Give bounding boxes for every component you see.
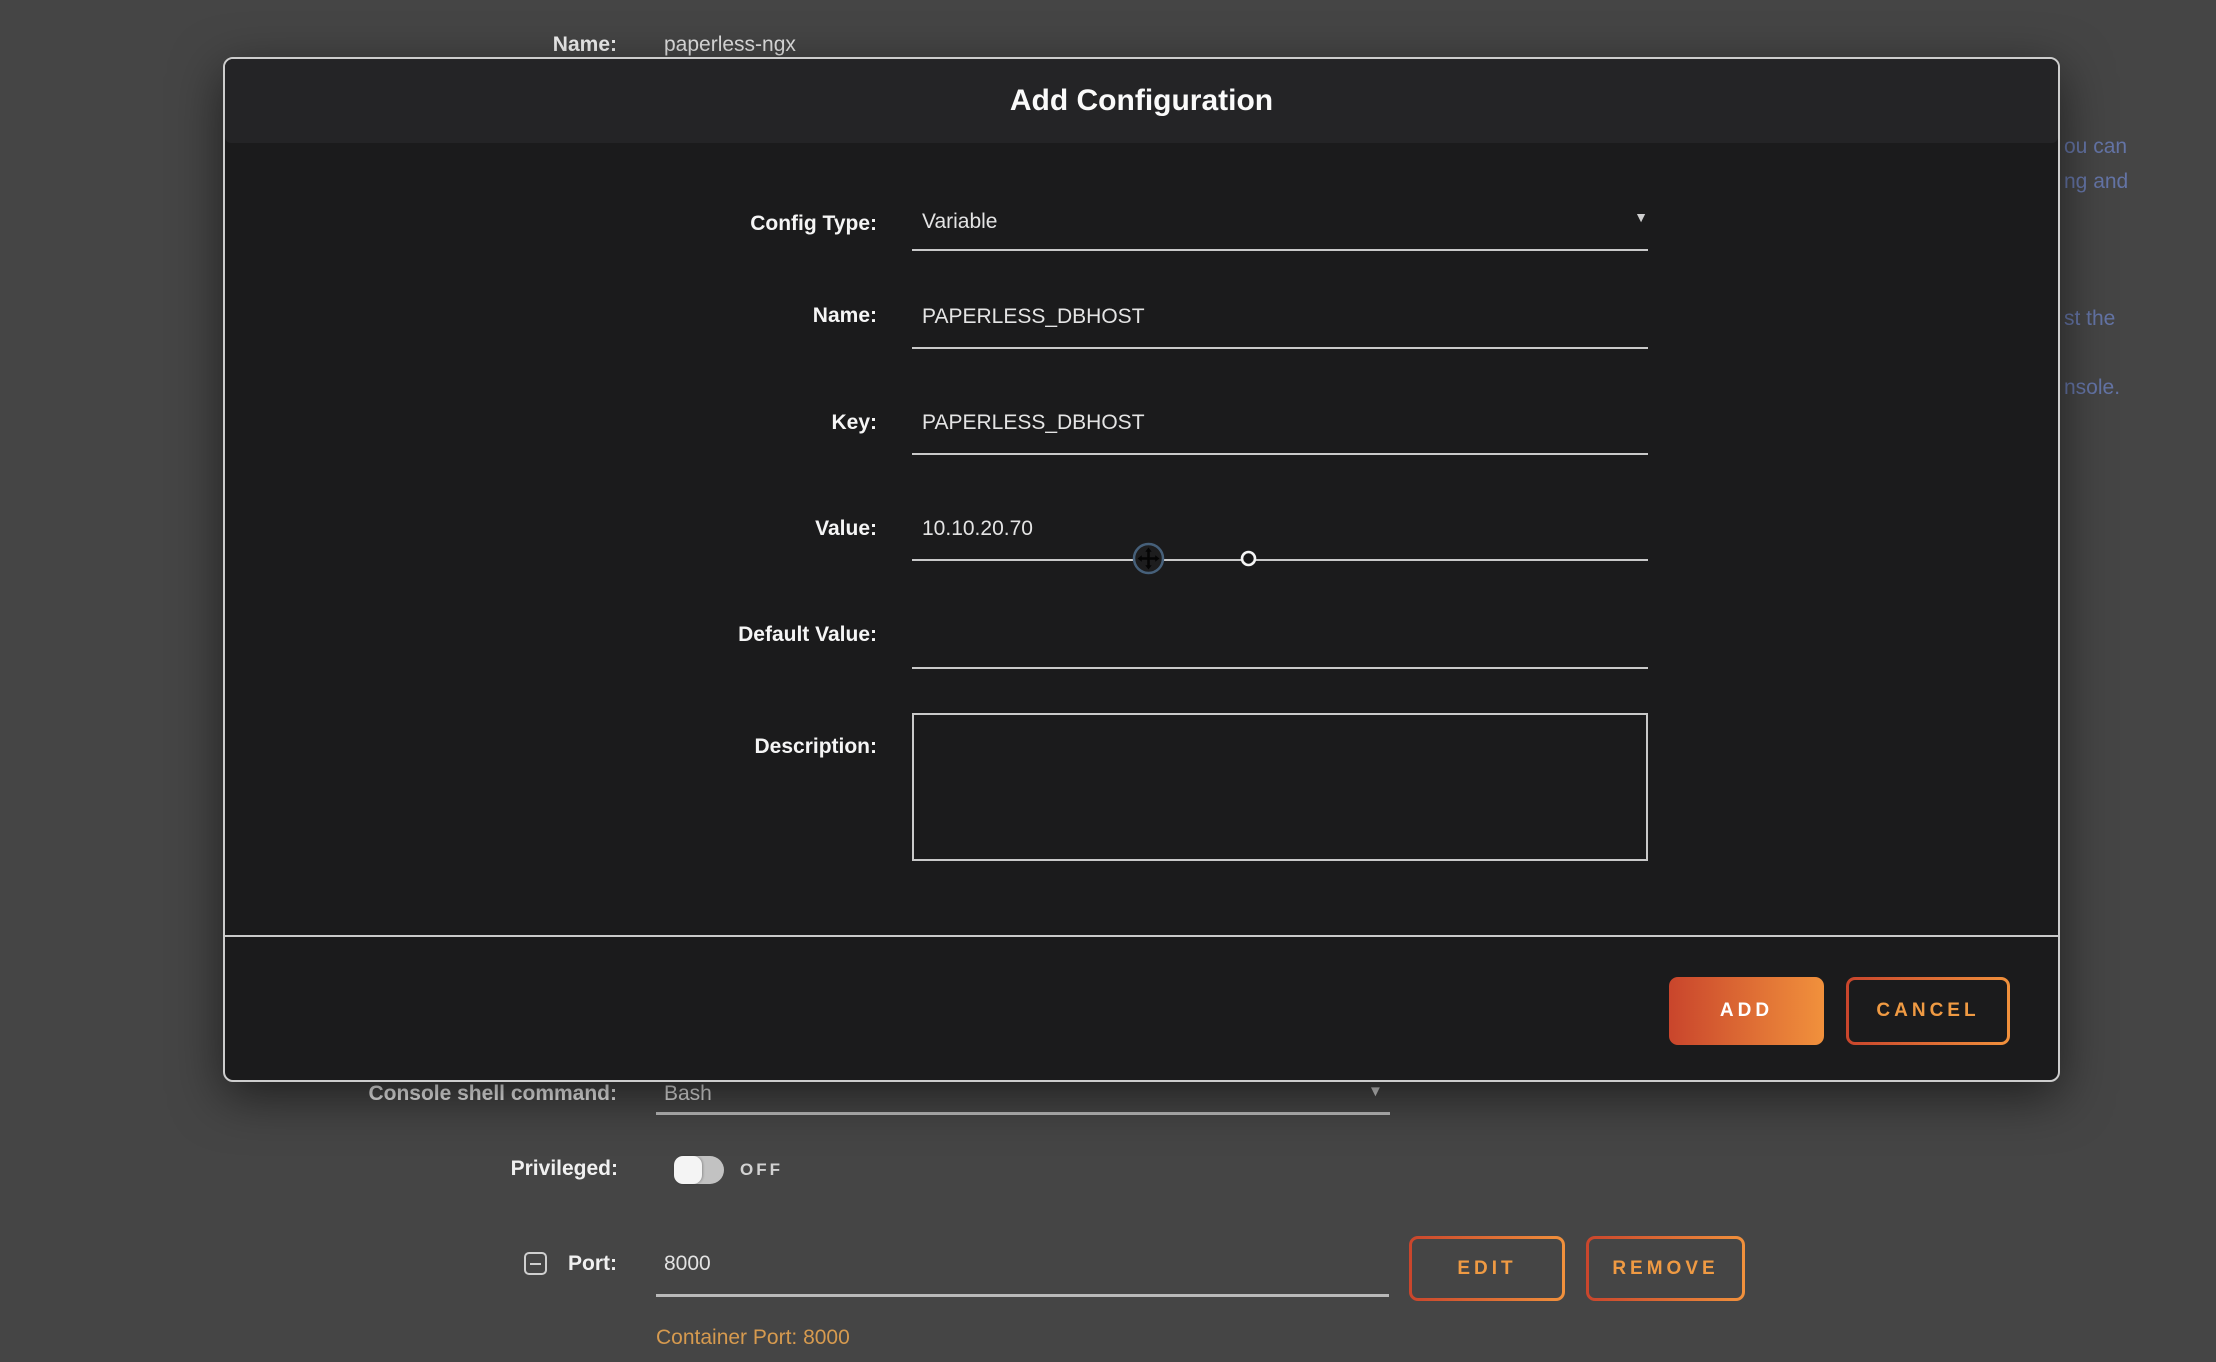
chevron-down-icon: ▼ <box>1634 209 1648 239</box>
console-shell-command-underline <box>656 1112 1390 1115</box>
console-shell-command-label: Console shell command: <box>300 1081 617 1107</box>
name-label: Name: <box>225 303 877 329</box>
description-label: Description: <box>225 734 877 760</box>
add-button[interactable]: ADD <box>1669 977 1824 1045</box>
clipped-help-text: nsole. <box>2064 374 2120 401</box>
dialog-header: Add Configuration <box>225 59 2058 143</box>
value-field-wrap <box>912 503 1648 561</box>
port-label: Port: <box>300 1251 617 1277</box>
edit-button[interactable]: EDIT <box>1409 1236 1565 1301</box>
footer-divider <box>225 935 2058 937</box>
value-label: Value: <box>225 516 877 542</box>
clipped-help-text: ou can <box>2064 133 2127 160</box>
key-label: Key: <box>225 410 877 436</box>
container-port-note: Container Port: 8000 <box>656 1325 850 1351</box>
remove-button[interactable]: REMOVE <box>1586 1236 1745 1301</box>
name-input[interactable] <box>912 290 1648 347</box>
key-field-wrap <box>912 397 1648 455</box>
privileged-label: Privileged: <box>300 1156 618 1182</box>
clipped-help-text: st the <box>2064 305 2115 332</box>
privileged-toggle[interactable] <box>674 1156 724 1184</box>
chevron-down-icon[interactable]: ▼ <box>1368 1079 1383 1105</box>
port-underline <box>656 1294 1389 1297</box>
click-ring-icon <box>1240 550 1257 567</box>
cancel-button-label: CANCEL <box>1849 980 2007 1042</box>
default-value-label: Default Value: <box>225 622 877 648</box>
default-value-input[interactable] <box>912 609 1648 667</box>
description-textarea[interactable] <box>912 713 1648 861</box>
toggle-knob <box>674 1156 702 1184</box>
privileged-state-text: OFF <box>740 1156 783 1184</box>
move-cursor-icon <box>1132 542 1165 575</box>
dialog-title: Add Configuration <box>1010 84 1273 118</box>
page-root: { "modal": { "title": "Add Configuration… <box>0 0 2216 1362</box>
add-button-label: ADD <box>1720 1000 1773 1022</box>
config-type-select[interactable]: Variable ▼ <box>912 198 1648 251</box>
name-field-wrap <box>912 290 1648 349</box>
edit-button-label: EDIT <box>1412 1239 1562 1298</box>
config-type-label: Config Type: <box>225 211 877 237</box>
console-shell-command-value[interactable]: Bash <box>664 1081 712 1107</box>
container-name-value: paperless-ngx <box>664 32 796 58</box>
value-input[interactable] <box>912 503 1648 559</box>
remove-button-label: REMOVE <box>1589 1239 1742 1298</box>
default-value-field-wrap <box>912 609 1648 669</box>
container-name-label: Name: <box>400 32 617 58</box>
port-value[interactable]: 8000 <box>664 1251 711 1277</box>
config-type-selected-value: Variable <box>912 210 1000 238</box>
key-input[interactable] <box>912 397 1648 453</box>
clipped-help-text: ng and <box>2064 168 2128 195</box>
cancel-button[interactable]: CANCEL <box>1846 977 2010 1045</box>
